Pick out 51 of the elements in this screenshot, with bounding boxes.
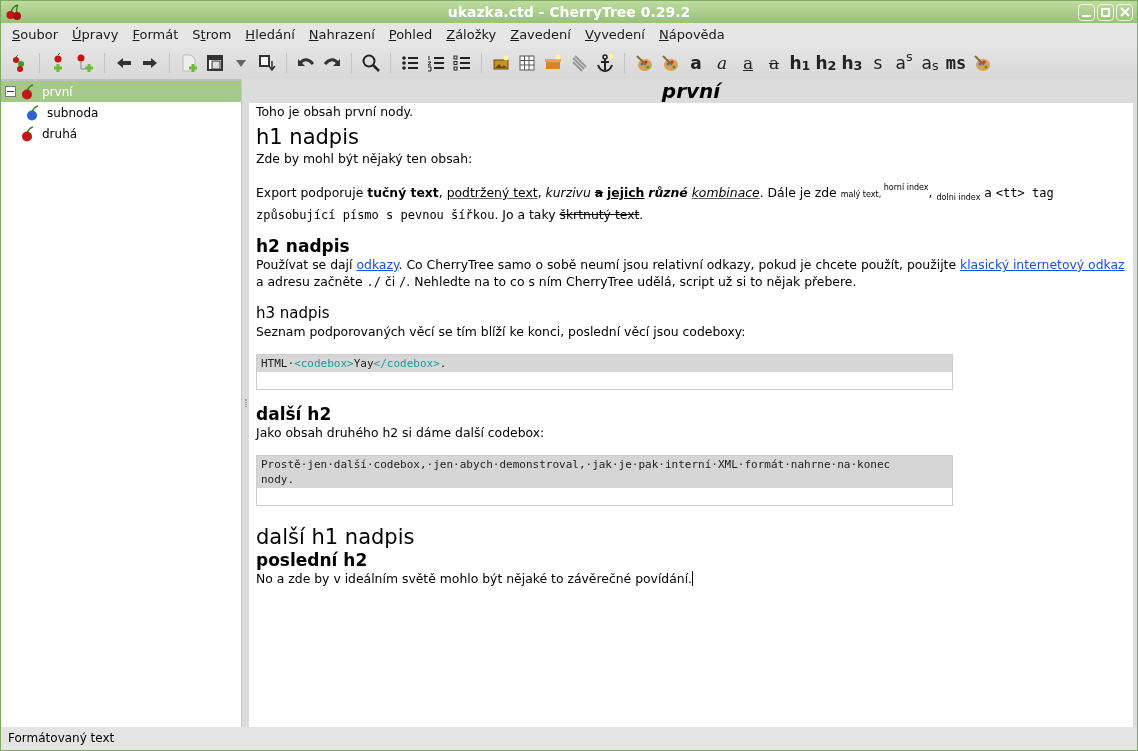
link[interactable]: klasický internetový odkaz [960,257,1125,272]
code-line: Prostě·jen·další·codebox,·jen·abych·demonstroval,·jak·je·pak·interní·XML·formát·nahrne·na·konec [261,457,892,472]
menu-item[interactable]: Soubor [6,24,64,46]
format-button[interactable]: a [735,50,761,76]
heading: další h1 nadpis [256,524,416,550]
format-button[interactable]: a [761,50,787,76]
menu-item[interactable]: Zavedení [504,24,577,46]
format-button[interactable]: a [683,50,709,76]
tree-item-label: subnoda [47,104,99,122]
format-button[interactable]: a$_{s}$ [917,50,943,76]
heading: h2 nadpis [256,236,351,256]
menu-item[interactable]: Záložky [440,24,503,46]
menu-item[interactable]: Strom [186,24,238,46]
heading: h3 nadpis [256,303,331,323]
text-paragraph: Jako obsah druhého h2 si dáme další codebox: [256,424,546,441]
tree-item[interactable]: druhá [1,123,241,144]
heading: další h2 [256,404,333,424]
format-button[interactable]: h$_{1}$ [787,50,813,76]
window-title: ukazka.ctd - CherryTree 0.29.2 [446,2,692,22]
code-line: HTML·<codebox>Yay</codebox>. [261,356,448,371]
tree-item[interactable]: subnoda [1,102,241,123]
tree-item-label: první [42,83,73,101]
format-button[interactable]: a$^{s}$ [891,50,917,76]
menu-item[interactable]: Úpravy [66,24,125,46]
cherry-icon [5,3,23,21]
status-text: Formátovaný text [1,727,1137,750]
tree-item-label: druhá [42,125,78,143]
collapse-toggle[interactable] [5,86,16,97]
link[interactable]: odkazy [356,257,399,272]
heading: poslední h2 [256,550,369,570]
text-paragraph: Toho je obsah první nody. [256,103,415,120]
menu-item[interactable]: Hledání [239,24,301,46]
heading: h1 nadpis [256,124,360,150]
menu-item[interactable]: Nahrazení [302,24,381,46]
minus-icon [7,88,14,95]
format-button[interactable]: a [709,50,735,76]
format-button[interactable]: ms [943,50,969,76]
text-paragraph: Zde by mohl být nějaký ten obsah: [256,150,474,167]
text-paragraph: No a zde by v ideálním světě mohlo být nějaké to závěrečné povídání. [256,570,695,587]
code-line: nody. [261,472,296,487]
menu-item[interactable]: Vyvedení [578,24,651,46]
text-paragraph: Seznam podporovaných věcí se tím blíží ke konci, poslední věcí jsou codeboxy: [256,323,747,340]
menu-item[interactable]: Pohled [382,24,439,46]
format-button[interactable]: s [865,50,891,76]
text-paragraph: Export podporuje tučný text, podtržený text, kurzivu a jejich různé kombinace. Dále je zde malý text, $^{horní index}$, $_{dolni index}$ a <tt> tag způsobující písmo s pevnou šířkou. Jo a taky škrtnutý text. [256,182,1055,224]
menu-item[interactable]: Formát [126,24,185,46]
format-button[interactable]: h$_{2}$ [813,50,839,76]
text-paragraph: Používat se dají odkazy. Co CherryTree samo o sobě neumí jsou relativní odkazy, pokud je chcete použít, použijte klasický internetový odkaz a adresu začněte ./ či /. Nehledte na to co s ním CherryTree udělá, script už si to nějak přebere. [256,256,1126,291]
format-button[interactable]: h$_{3}$ [839,50,865,76]
menu-item[interactable]: Nápověda [652,24,731,46]
node-title: první [249,79,1133,103]
